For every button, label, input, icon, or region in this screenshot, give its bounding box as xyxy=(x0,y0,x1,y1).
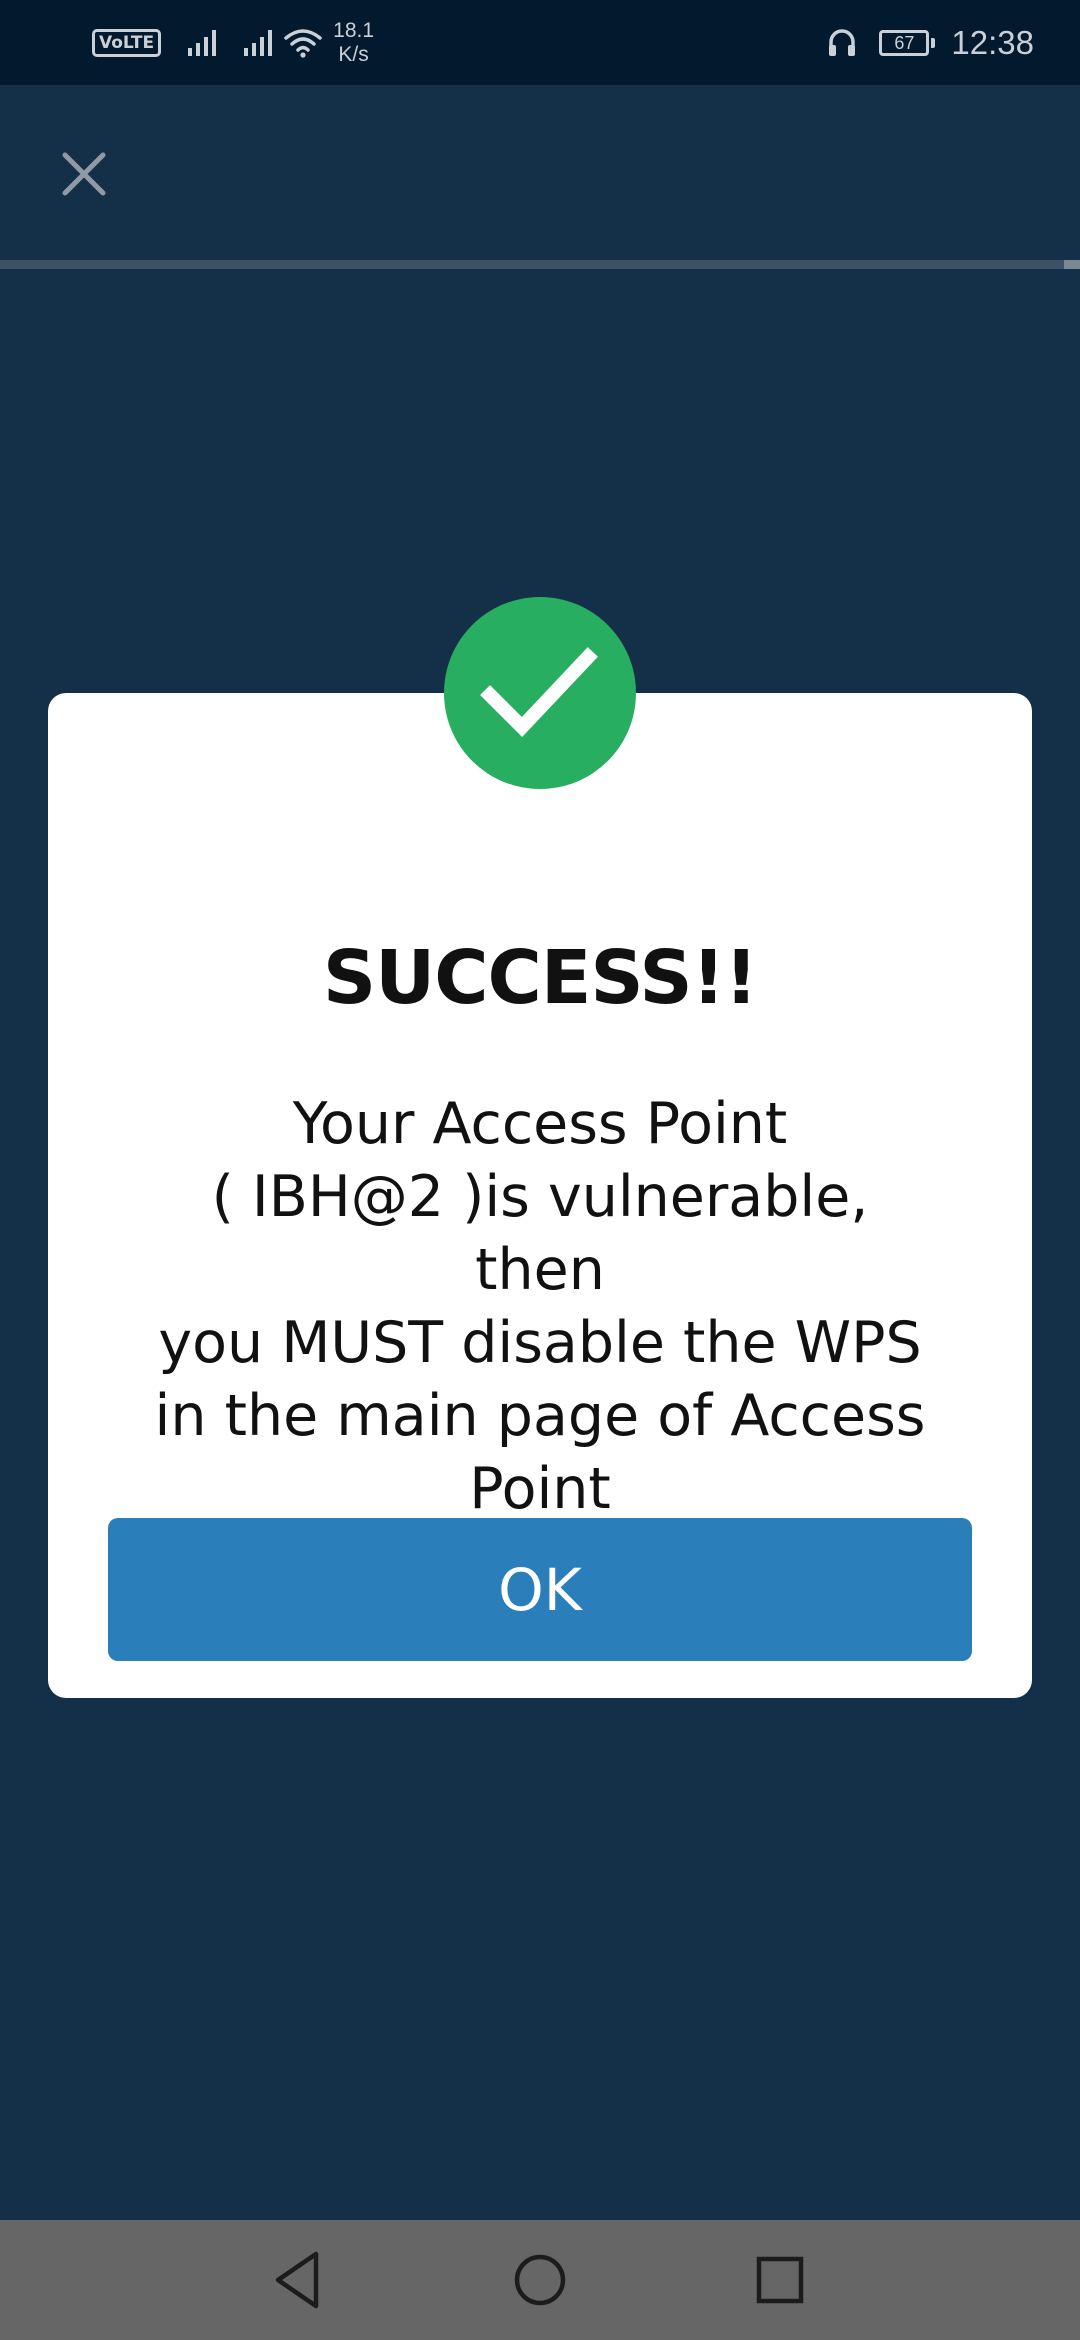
success-dialog: SUCCESS!! Your Access Point ( IBH@2 )is … xyxy=(48,693,1032,1698)
message-line: Your Access Point xyxy=(292,1091,788,1157)
home-icon[interactable] xyxy=(504,2244,576,2316)
message-line: in the main page of Access xyxy=(154,1383,926,1449)
signal-icon xyxy=(188,29,217,56)
battery-level: 67 xyxy=(894,32,915,53)
signal-icon xyxy=(244,29,273,56)
headphones-icon xyxy=(829,28,856,56)
message-line: Point xyxy=(469,1456,611,1522)
status-right: 67 12:38 xyxy=(827,0,1034,85)
recents-icon[interactable] xyxy=(744,2244,816,2316)
back-icon[interactable] xyxy=(264,2244,336,2316)
status-left: VoLTE 18.1 K/s xyxy=(92,0,374,85)
battery-icon: 67 xyxy=(879,29,936,56)
message-line: ( IBH@2 )is vulnerable, then xyxy=(211,1164,869,1303)
close-icon[interactable] xyxy=(55,145,113,203)
wifi-icon xyxy=(284,28,322,58)
dialog-title: SUCCESS!! xyxy=(322,935,758,1021)
clock: 12:38 xyxy=(951,23,1034,61)
speed-value: 18.1 xyxy=(333,18,375,42)
network-speed: 18.1 K/s xyxy=(333,19,374,67)
progress-bar xyxy=(0,260,1080,269)
message-line: you MUST disable the WPS xyxy=(158,1310,922,1376)
progress-fill xyxy=(1063,260,1080,269)
navigation-bar xyxy=(0,2220,1080,2340)
ok-button[interactable]: OK xyxy=(108,1518,972,1661)
app-bar xyxy=(0,85,1080,260)
success-badge xyxy=(444,597,636,789)
volte-badge: VoLTE xyxy=(92,28,162,57)
status-bar: VoLTE 18.1 K/s 67 12:38 xyxy=(0,0,1080,85)
dialog-message: Your Access Point ( IBH@2 )is vulnerable… xyxy=(148,1088,932,1526)
check-icon xyxy=(480,647,598,738)
speed-unit: K/s xyxy=(338,42,369,66)
